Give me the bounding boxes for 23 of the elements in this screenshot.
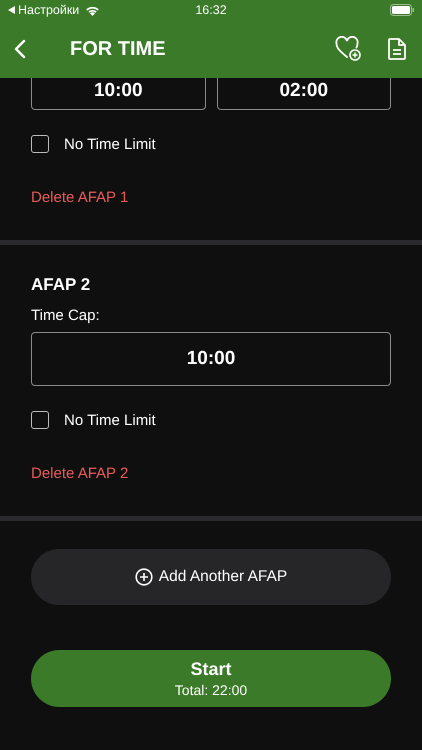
start-button[interactable]: Start Total: 22:00	[31, 650, 391, 707]
add-another-button[interactable]: Add Another AFAP	[31, 549, 391, 605]
section-title: AFAP 2	[31, 275, 92, 295]
checkbox-label: No Time Limit	[64, 412, 156, 428]
document-icon	[388, 38, 406, 60]
screen-title: FOR TIME	[70, 38, 166, 60]
time-field[interactable]: 02:00	[216, 78, 391, 110]
time-field[interactable]: 10:00	[31, 78, 206, 110]
wifi-icon	[85, 4, 100, 16]
checkbox[interactable]	[31, 135, 49, 153]
plus-circle-icon	[134, 568, 153, 586]
chevron-left-icon	[14, 39, 26, 59]
battery-icon	[390, 4, 414, 16]
time-field[interactable]: 10:00	[31, 332, 391, 386]
back-triangle-icon	[8, 6, 15, 14]
delete-link[interactable]: Delete AFAP 1	[31, 189, 128, 206]
delete-link[interactable]: Delete AFAP 2	[31, 465, 128, 482]
checkbox-label: No Time Limit	[64, 136, 156, 152]
status-time: 16:32	[195, 3, 227, 17]
heart-plus-icon	[335, 36, 362, 62]
back-app-label[interactable]: Настройки	[18, 3, 80, 17]
checkbox[interactable]	[31, 411, 49, 429]
field-label: Time Cap:	[31, 307, 101, 324]
